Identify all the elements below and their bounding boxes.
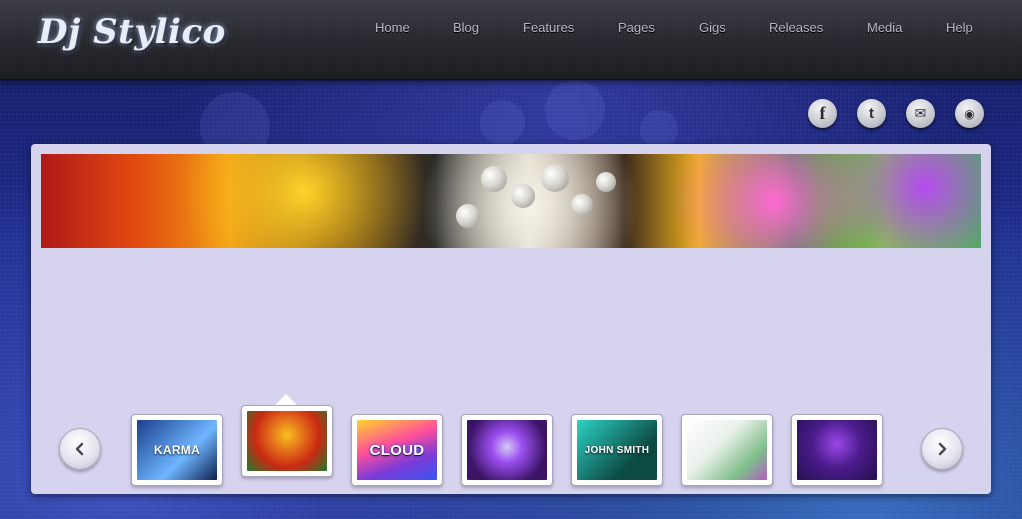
nav-item-gigs[interactable]: Gigs bbox=[699, 20, 726, 35]
banner-decoration bbox=[511, 184, 535, 208]
nav-item-releases[interactable]: Releases bbox=[769, 20, 823, 35]
banner-decoration bbox=[571, 194, 593, 216]
thumb-title: KARMA bbox=[153, 443, 201, 457]
featured-slider-panel: KARMA CLOUD JOHN SMITH bbox=[31, 144, 991, 494]
mail-icon[interactable]: ✉ bbox=[906, 99, 935, 128]
active-thumb-pointer bbox=[275, 394, 297, 405]
nav-item-features[interactable]: Features bbox=[523, 20, 574, 35]
main-nav: Home Blog Features Pages Gigs Releases M… bbox=[0, 20, 1022, 38]
slider-thumb[interactable] bbox=[791, 414, 883, 486]
chevron-right-icon bbox=[938, 442, 947, 456]
thumb-image: JOHN SMITH bbox=[577, 420, 657, 480]
thumb-image bbox=[797, 420, 877, 480]
background-bokeh bbox=[640, 110, 678, 148]
background-bokeh bbox=[480, 100, 525, 145]
twitter-icon[interactable]: t bbox=[857, 99, 886, 128]
slider-next-button[interactable] bbox=[921, 428, 963, 470]
thumb-image: KARMA bbox=[137, 420, 217, 480]
background-bokeh bbox=[545, 80, 605, 140]
thumb-image bbox=[247, 411, 327, 471]
banner-decoration bbox=[456, 204, 480, 228]
slider-thumb[interactable]: JOHN SMITH bbox=[571, 414, 663, 486]
thumb-title: JOHN SMITH bbox=[584, 444, 650, 456]
site-header: Dj Stylico Home Blog Features Pages Gigs… bbox=[0, 0, 1022, 80]
banner-decoration bbox=[481, 166, 507, 192]
thumb-image bbox=[687, 420, 767, 480]
facebook-icon[interactable]: f bbox=[808, 99, 837, 128]
slider-thumb[interactable] bbox=[681, 414, 773, 486]
banner-decoration bbox=[541, 164, 569, 192]
slider-thumb-active[interactable] bbox=[241, 405, 333, 477]
thumb-image bbox=[467, 420, 547, 480]
nav-item-media[interactable]: Media bbox=[867, 20, 902, 35]
nav-item-pages[interactable]: Pages bbox=[618, 20, 655, 35]
banner-decoration bbox=[596, 172, 616, 192]
nav-item-help[interactable]: Help bbox=[946, 20, 973, 35]
slider-thumb[interactable]: CLOUD bbox=[351, 414, 443, 486]
nav-item-blog[interactable]: Blog bbox=[453, 20, 479, 35]
slider-banner-image[interactable] bbox=[41, 154, 981, 248]
thumb-title: CLOUD bbox=[369, 441, 425, 459]
slider-thumb[interactable] bbox=[461, 414, 553, 486]
chevron-left-icon bbox=[75, 442, 84, 456]
rss-icon[interactable]: ◉ bbox=[955, 99, 984, 128]
nav-item-home[interactable]: Home bbox=[375, 20, 410, 35]
thumb-image: CLOUD bbox=[357, 420, 437, 480]
slider-thumb[interactable]: KARMA bbox=[131, 414, 223, 486]
slider-prev-button[interactable] bbox=[59, 428, 101, 470]
